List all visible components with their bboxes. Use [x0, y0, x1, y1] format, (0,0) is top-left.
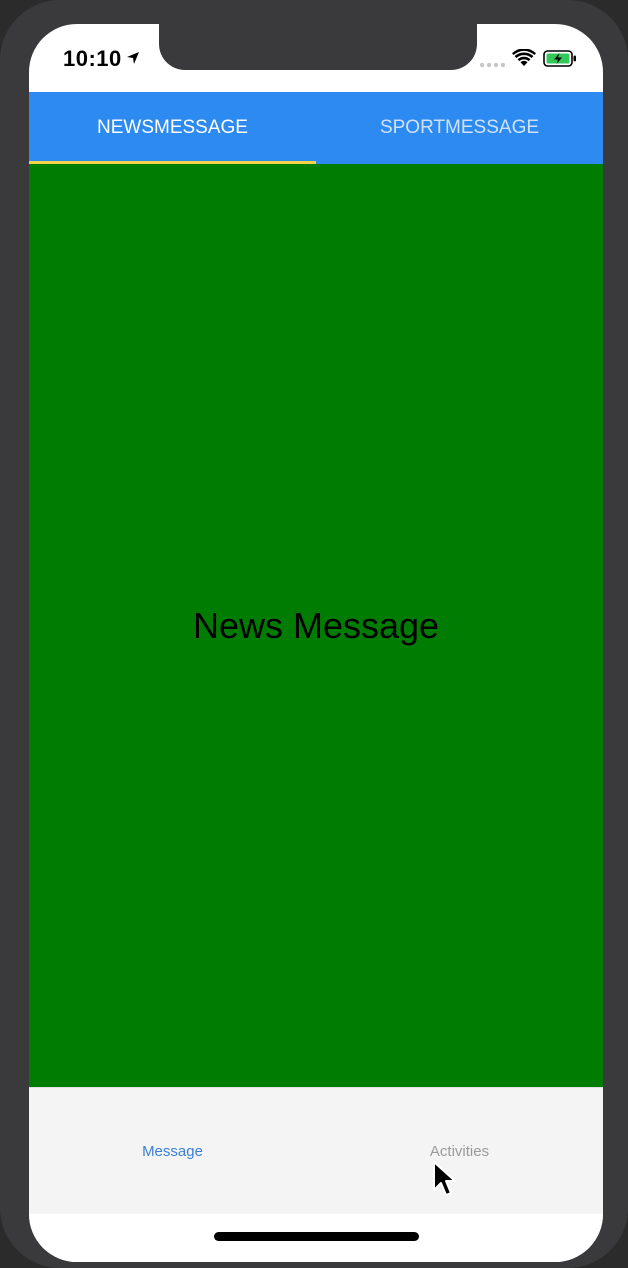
notch [159, 24, 477, 70]
home-indicator[interactable] [214, 1232, 419, 1241]
bottom-tab-bar: Message Activities [29, 1087, 603, 1215]
mouse-pointer-icon [433, 1161, 456, 1196]
tab-sportmessage-label: SPORTMESSAGE [379, 117, 540, 138]
battery-charging-icon [543, 50, 576, 67]
tab-newsmessage-label: NEWSMESSAGE [97, 117, 248, 138]
bottom-tab-activities[interactable]: Activities [316, 1088, 603, 1215]
phone-device: 10:10 NEWSMESSAGE SPORTMESSAGE News Mess… [0, 0, 628, 1268]
top-tab-bar: NEWSMESSAGE SPORTMESSAGE [29, 92, 603, 164]
cellular-signal-icon [479, 62, 505, 68]
home-indicator-area [29, 1214, 603, 1262]
content-title: News Message [192, 604, 440, 646]
tab-sportmessage[interactable]: SPORTMESSAGE [316, 92, 603, 164]
bottom-tab-activities-label: Activities [429, 1143, 490, 1160]
phone-screen: 10:10 NEWSMESSAGE SPORTMESSAGE News Mess… [29, 24, 603, 1262]
news-content-panel: News Message [29, 164, 603, 1087]
status-time: 10:10 [63, 46, 122, 71]
wifi-icon [512, 49, 536, 66]
bottom-tab-message[interactable]: Message [29, 1088, 316, 1215]
location-arrow-icon [127, 52, 139, 64]
tab-newsmessage[interactable]: NEWSMESSAGE [29, 92, 316, 164]
bottom-tab-message-label: Message [142, 1143, 203, 1160]
